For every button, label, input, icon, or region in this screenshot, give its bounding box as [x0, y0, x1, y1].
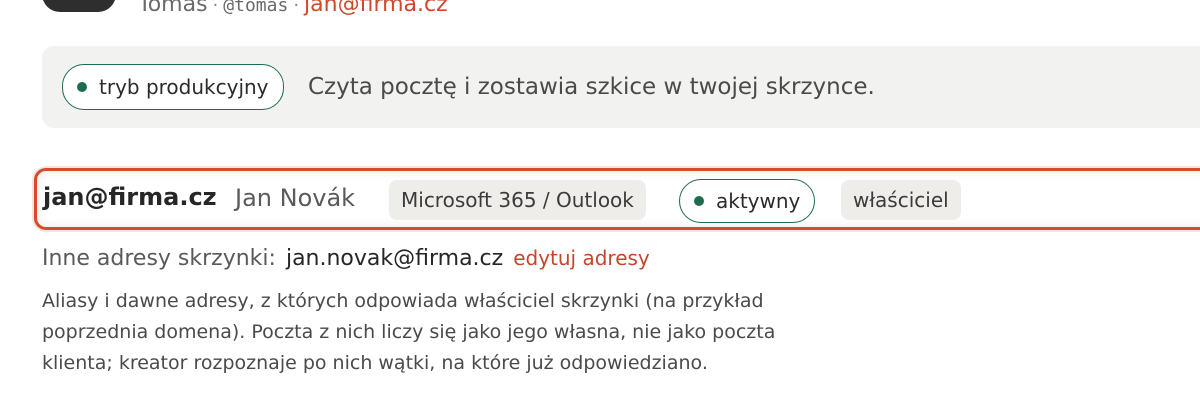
mode-panel: tryb produkcyjny Czyta pocztę i zostawia… — [42, 46, 1200, 128]
aliases-help-text: Aliasy i dawne adresy, z których odpowia… — [42, 290, 776, 374]
account-email: jan@firma.cz — [43, 183, 217, 211]
user-name: Tomas — [138, 0, 208, 17]
aliases-line: Inne adresy skrzynki: jan.novak@firma.cz e… — [42, 246, 650, 271]
role-tag: właściciel — [841, 180, 961, 220]
separator: · — [212, 0, 219, 16]
status-badge: aktywny — [679, 179, 816, 223]
mode-label: tryb produkcyjny — [99, 75, 269, 99]
account-name: Jan Novák — [235, 184, 356, 212]
account-row[interactable]: jan@firma.cz Jan Novák Microsoft 365 / O… — [34, 168, 1200, 230]
provider-tag: Microsoft 365 / Outlook — [389, 180, 646, 220]
user-handle: @tomas — [223, 0, 289, 16]
aliases-value: jan.novak@firma.cz — [285, 246, 504, 271]
status-dot-icon — [694, 196, 704, 206]
separator: · — [293, 0, 300, 16]
mode-badge: tryb produkcyjny — [62, 64, 284, 110]
avatar — [42, 0, 116, 12]
page: Tomas · @tomas · jan@firma.cz tryb produkcyj… — [0, 0, 1200, 400]
status-label: aktywny — [716, 189, 801, 213]
mode-description: Czyta pocztę i zostawia szkice w twojej … — [308, 74, 875, 100]
status-dot-icon — [77, 82, 87, 92]
user-line: Tomas · @tomas · jan@firma.cz — [138, 0, 448, 17]
edit-aliases-link[interactable]: edytuj adresy — [513, 246, 650, 270]
aliases-label: Inne adresy skrzynki: — [42, 246, 276, 271]
user-email: jan@firma.cz — [304, 0, 448, 17]
